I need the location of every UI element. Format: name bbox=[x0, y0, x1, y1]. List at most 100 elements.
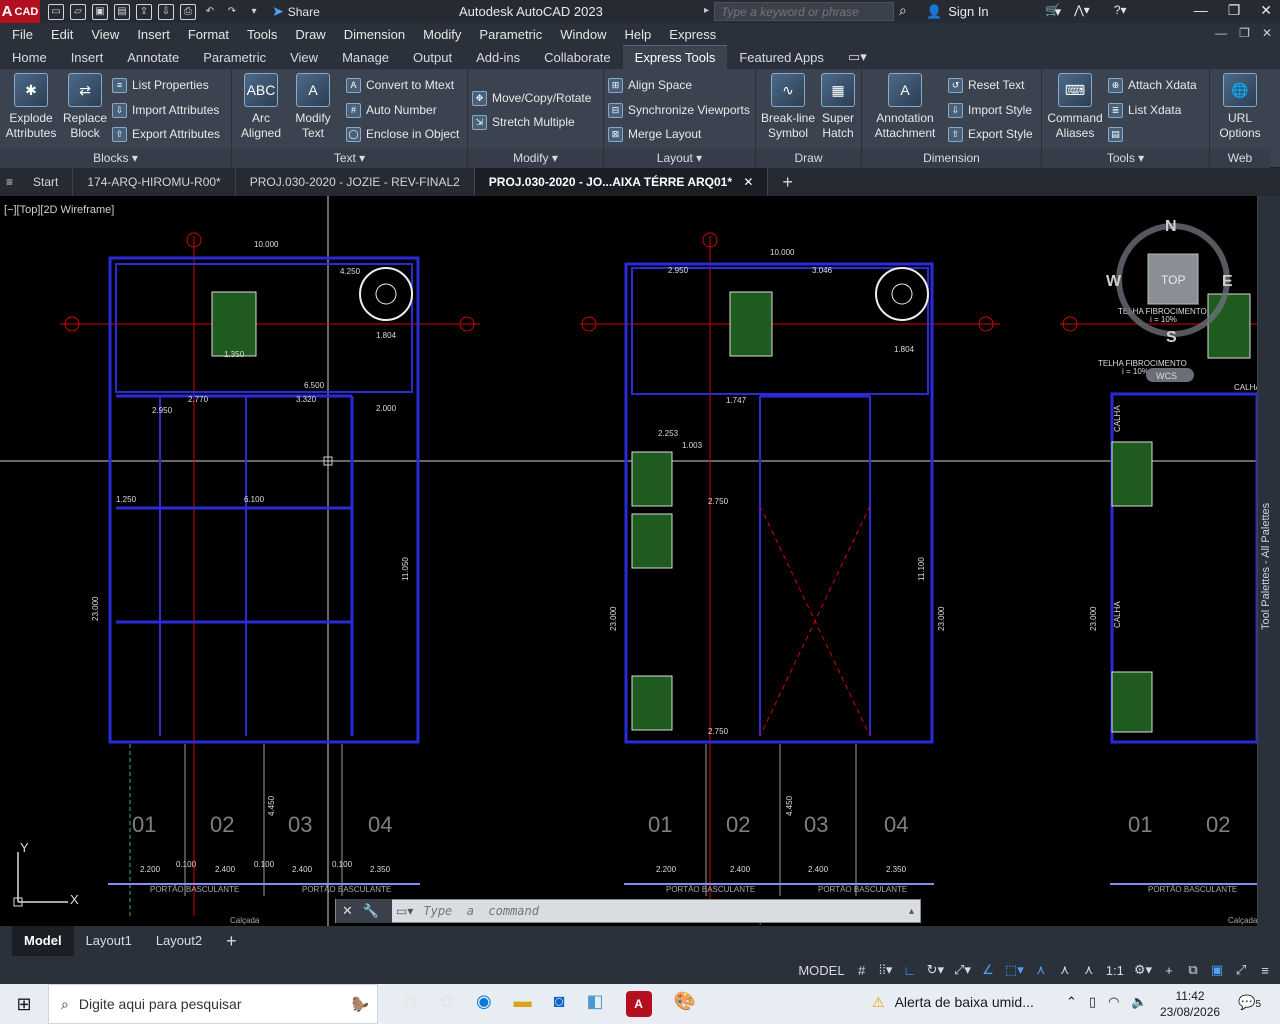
command-expand-icon[interactable]: ▴ bbox=[909, 906, 920, 917]
list-xdata-button[interactable]: ≣ List Xdata bbox=[1108, 101, 1181, 119]
task-view-icon[interactable]: ⧉ bbox=[404, 991, 417, 1017]
viewcube-south[interactable]: S bbox=[1166, 329, 1177, 346]
tray-device-icon[interactable]: ▯ bbox=[1089, 994, 1096, 1010]
tab-output[interactable]: Output bbox=[401, 46, 464, 69]
autocad-logo[interactable]: A CAD bbox=[0, 0, 40, 23]
url-options-button[interactable]: 🌐 URL Options bbox=[1214, 73, 1266, 141]
panel-title-web[interactable]: Web bbox=[1210, 149, 1270, 168]
doc-tab-active[interactable]: PROJ.030-2020 - JO...AIXA TÉRRE ARQ01* ✕ bbox=[474, 168, 769, 196]
close-tab-icon[interactable]: ✕ bbox=[743, 175, 753, 189]
menu-draw[interactable]: Draw bbox=[295, 27, 325, 42]
tab-featured-apps[interactable]: Featured Apps bbox=[727, 46, 836, 69]
annotation-attachment-button[interactable]: A Annotation Attachment bbox=[866, 73, 944, 141]
undo-icon[interactable]: ↶ bbox=[202, 4, 218, 20]
auto-scale-icon[interactable]: ⋏ bbox=[1058, 962, 1072, 978]
save-as-icon[interactable]: ▤ bbox=[114, 3, 130, 20]
viewcube-north[interactable]: N bbox=[1165, 218, 1177, 235]
snap-icon[interactable]: ⁞⁞▾ bbox=[879, 962, 893, 978]
doc-tab-start[interactable]: Start bbox=[19, 168, 74, 196]
autodesk-a360-icon[interactable]: ⋀▾ bbox=[1074, 3, 1090, 17]
move-copy-rotate-button[interactable]: ✥ Move/Copy/Rotate bbox=[472, 89, 591, 107]
tab-parametric[interactable]: Parametric bbox=[191, 46, 278, 69]
menu-tools[interactable]: Tools bbox=[247, 27, 277, 42]
save-icon[interactable]: ▣ bbox=[92, 3, 108, 20]
panel-title-text[interactable]: Text ▾ bbox=[232, 149, 467, 168]
export-attributes-button[interactable]: ⇧ Export Attributes bbox=[112, 125, 220, 143]
quick-properties-icon[interactable]: ▣ bbox=[1210, 962, 1224, 978]
tray-chevron-icon[interactable]: ⌃ bbox=[1066, 994, 1077, 1010]
menu-dimension[interactable]: Dimension bbox=[344, 27, 405, 42]
tool-palette-label[interactable]: Tool Palettes - All Palettes bbox=[1260, 490, 1280, 630]
binoculars-icon[interactable]: ⌕ bbox=[899, 2, 915, 18]
notification-center-icon[interactable]: 💬5 bbox=[1238, 994, 1261, 1011]
export-style-button[interactable]: ⇧ Export Style bbox=[948, 125, 1033, 143]
modify-text-button[interactable]: A Modify Text bbox=[288, 73, 338, 141]
files-icon[interactable]: ◧ bbox=[587, 991, 604, 1017]
synchronize-viewports-button[interactable]: ⊟ Synchronize Viewports bbox=[608, 101, 750, 119]
list-properties-button[interactable]: ≡ List Properties bbox=[112, 76, 209, 94]
auto-number-button[interactable]: # Auto Number bbox=[346, 101, 437, 119]
drawing-restore-icon[interactable]: ❐ bbox=[1239, 26, 1250, 40]
annotation-scale-icon[interactable]: ⋏ bbox=[1082, 962, 1096, 978]
replace-block-button[interactable]: ⇄ Replace Block bbox=[60, 73, 110, 141]
edge-icon[interactable]: ◉ bbox=[476, 991, 492, 1017]
new-icon[interactable]: ▭ bbox=[48, 3, 64, 20]
tab-view[interactable]: View bbox=[278, 46, 330, 69]
drawing-minimize-icon[interactable]: — bbox=[1215, 26, 1227, 40]
tab-express-tools[interactable]: Express Tools bbox=[622, 45, 728, 69]
merge-layout-button[interactable]: ⊠ Merge Layout bbox=[608, 125, 701, 143]
menu-parametric[interactable]: Parametric bbox=[479, 27, 542, 42]
menu-window[interactable]: Window bbox=[560, 27, 606, 42]
command-history-icon[interactable]: ▭▾ bbox=[392, 904, 417, 918]
layout-tab-layout2[interactable]: Layout2 bbox=[144, 926, 214, 956]
search-input[interactable] bbox=[714, 2, 894, 21]
doc-tab-jozie[interactable]: PROJ.030-2020 - JOZIE - REV-FINAL2 bbox=[236, 168, 475, 196]
layout-tab-layout1[interactable]: Layout1 bbox=[74, 926, 144, 956]
menu-view[interactable]: View bbox=[91, 27, 119, 42]
tab-home[interactable]: Home bbox=[0, 46, 59, 69]
doc-tab-hiromu[interactable]: 174-ARQ-HIROMU-R00* bbox=[73, 168, 236, 196]
share-button[interactable]: ➤ Share bbox=[272, 3, 320, 20]
annotation-visibility-icon[interactable]: ⋏ bbox=[1034, 962, 1048, 978]
tools-extra-button[interactable]: ▤ bbox=[1108, 125, 1123, 143]
attach-xdata-button[interactable]: ⊕ Attach Xdata bbox=[1108, 76, 1197, 94]
close-command-icon[interactable]: ✕ bbox=[342, 903, 353, 919]
panel-title-layout[interactable]: Layout ▾ bbox=[604, 149, 755, 168]
panel-title-draw[interactable]: Draw bbox=[756, 149, 861, 168]
minimize-icon[interactable]: — bbox=[1194, 2, 1208, 19]
menu-hamburger-icon[interactable]: ≡ bbox=[0, 168, 19, 196]
web-mobile-icon[interactable]: ⇪ bbox=[136, 3, 152, 20]
menu-modify[interactable]: Modify bbox=[423, 27, 461, 42]
annotation-scale-value[interactable]: 1:1 bbox=[1106, 963, 1124, 978]
units-icon[interactable]: ⧉ bbox=[1186, 962, 1200, 978]
viewcube-west[interactable]: W bbox=[1106, 273, 1122, 290]
search-arrow-icon[interactable]: ▸ bbox=[704, 5, 709, 16]
import-attributes-button[interactable]: ⇩ Import Attributes bbox=[112, 101, 219, 119]
taskbar-search[interactable]: ⌕ Digite aqui para pesquisar 🦫 bbox=[48, 984, 378, 1024]
menu-insert[interactable]: Insert bbox=[137, 27, 170, 42]
help-icon[interactable]: ?▾ bbox=[1114, 3, 1127, 17]
customize-command-icon[interactable]: 🔧 bbox=[363, 903, 379, 919]
stretch-multiple-button[interactable]: ⇲ Stretch Multiple bbox=[472, 113, 575, 131]
sign-in-button[interactable]: 👤 Sign In ▾ bbox=[926, 4, 1061, 20]
customize-icon[interactable]: ≡ bbox=[1258, 963, 1272, 978]
qat-dropdown-icon[interactable]: ▾ bbox=[246, 4, 262, 20]
command-input[interactable] bbox=[417, 900, 909, 922]
panel-title-tools[interactable]: Tools ▾ bbox=[1042, 149, 1209, 168]
plot-icon[interactable]: ⎙ bbox=[180, 3, 196, 20]
ribbon-toggle-icon[interactable]: ▭▾ bbox=[836, 45, 879, 69]
viewcube-east[interactable]: E bbox=[1222, 273, 1233, 290]
volume-icon[interactable]: 🔈 bbox=[1131, 994, 1147, 1010]
import-style-button[interactable]: ⇩ Import Style bbox=[948, 101, 1032, 119]
tab-annotate[interactable]: Annotate bbox=[115, 46, 191, 69]
enclose-in-object-button[interactable]: ◯ Enclose in Object bbox=[346, 125, 459, 143]
cart-icon[interactable]: 🛒 bbox=[1045, 3, 1060, 17]
polar-icon[interactable]: ↻▾ bbox=[927, 962, 944, 978]
isodraft-icon[interactable]: ⤢▾ bbox=[954, 962, 971, 978]
menu-format[interactable]: Format bbox=[188, 27, 229, 42]
grid-icon[interactable]: # bbox=[855, 963, 869, 978]
menu-express[interactable]: Express bbox=[669, 27, 716, 42]
menu-help[interactable]: Help bbox=[625, 27, 652, 42]
reset-text-button[interactable]: ↺ Reset Text bbox=[948, 76, 1024, 94]
tab-collaborate[interactable]: Collaborate bbox=[532, 46, 623, 69]
